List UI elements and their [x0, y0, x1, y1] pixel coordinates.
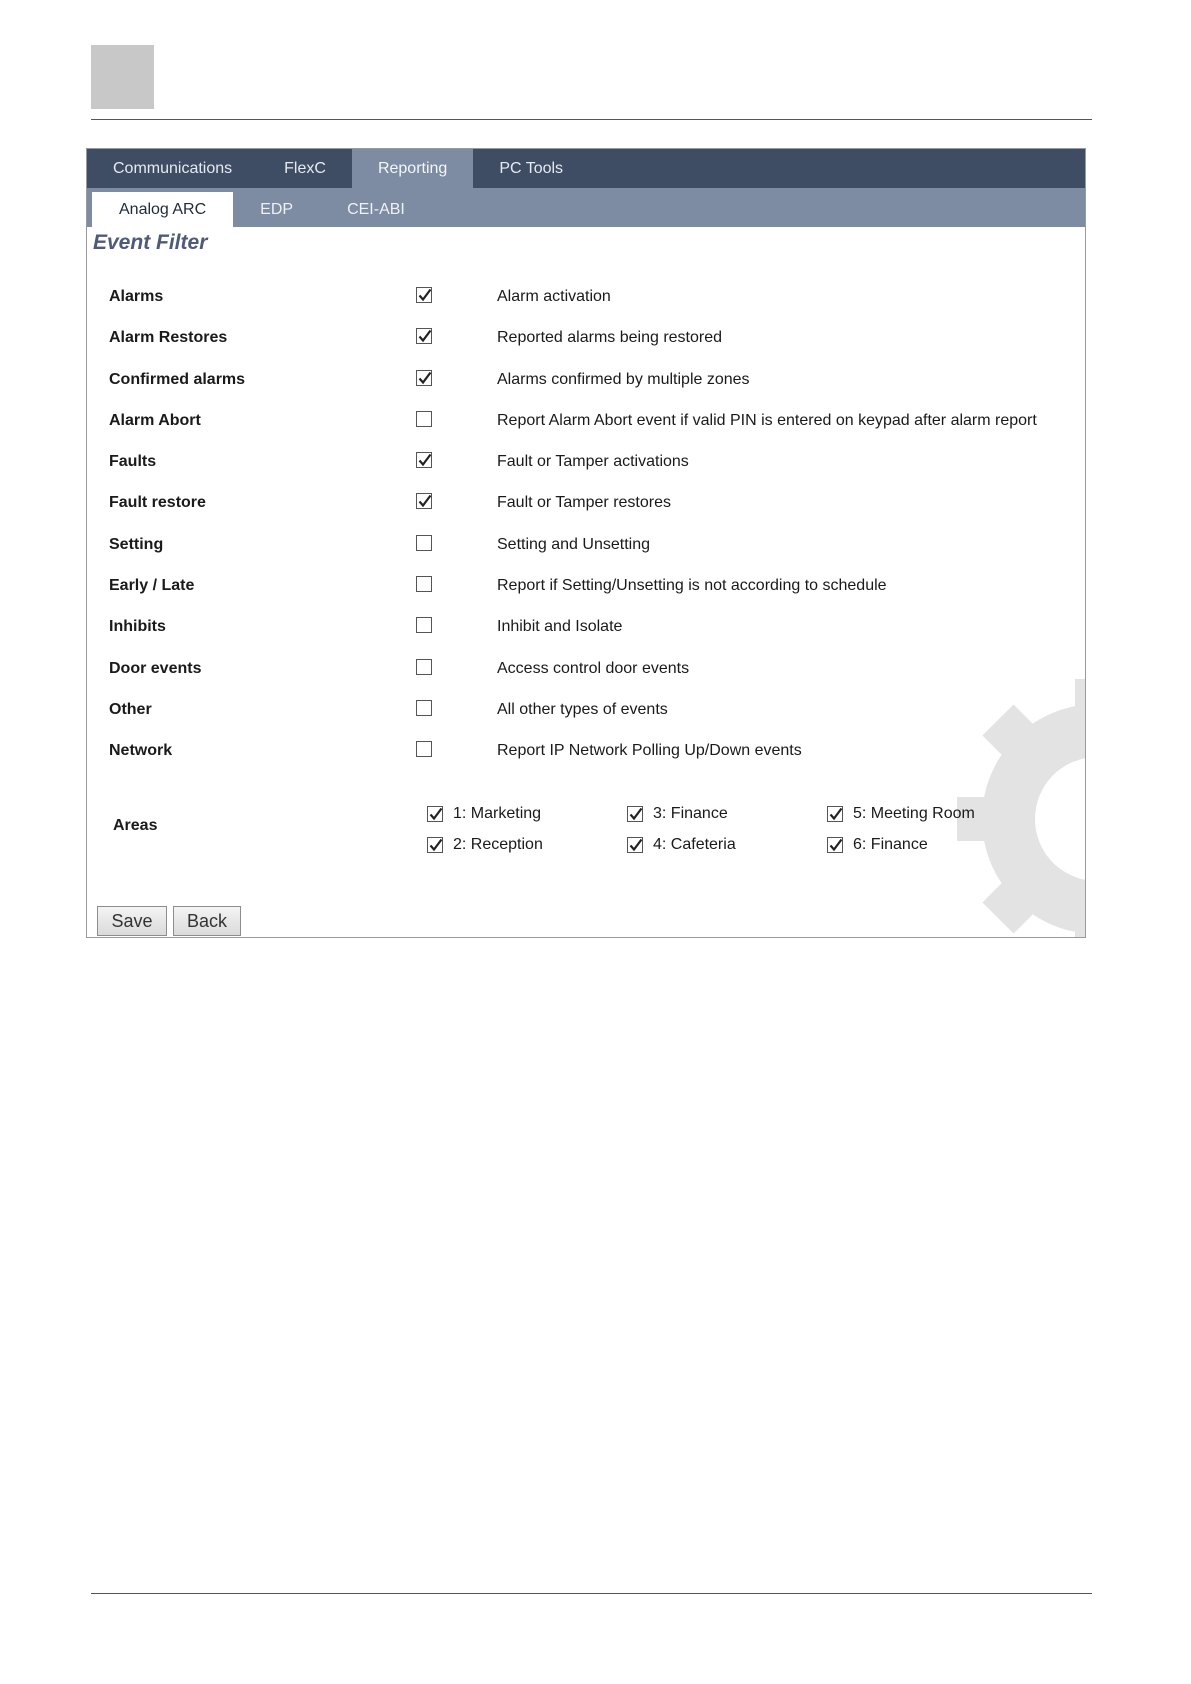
- filter-row: Other All other types of events: [87, 689, 1085, 730]
- filter-row: Inhibits Inhibit and Isolate: [87, 606, 1085, 647]
- filter-label: Other: [109, 700, 152, 718]
- filter-label: Alarm Abort: [109, 411, 201, 429]
- filter-description: Report Alarm Abort event if valid PIN is…: [497, 411, 1037, 429]
- filter-checkbox[interactable]: [416, 410, 432, 427]
- checkmark-icon: [829, 838, 843, 852]
- filter-description: Report if Setting/Unsetting is not accor…: [497, 577, 887, 595]
- filter-label: Network: [109, 742, 173, 760]
- areas-grid: 1: Marketing 2: Reception 3: Finance 4: Caf…: [427, 803, 1027, 873]
- main-tab-communications[interactable]: Communications: [87, 149, 258, 188]
- filter-row: Alarms Alarm activation: [87, 276, 1085, 317]
- save-button[interactable]: Save: [97, 906, 167, 936]
- filter-description: Fault or Tamper activations: [497, 453, 689, 471]
- filter-checkbox[interactable]: [416, 452, 432, 469]
- area-item[interactable]: 1: Marketing: [427, 803, 617, 825]
- back-button[interactable]: Back: [173, 906, 241, 936]
- header-gray-block: [91, 45, 154, 109]
- filter-label: Early / Late: [109, 577, 195, 595]
- filter-description: Inhibit and Isolate: [497, 618, 623, 636]
- area-checkbox[interactable]: [827, 806, 843, 822]
- checkmark-icon: [418, 495, 432, 508]
- filter-label: Faults: [109, 453, 157, 471]
- filter-description: Alarm activation: [497, 288, 611, 305]
- main-nav: Communications FlexC Reporting PC Tools: [87, 149, 1085, 188]
- area-item[interactable]: 6: Finance: [827, 834, 1017, 856]
- filter-checkbox[interactable]: [416, 741, 432, 758]
- sub-nav: Analog ARC EDP CEI-ABI: [87, 188, 1085, 227]
- filter-label: Fault restore: [109, 494, 206, 512]
- filter-description: All other types of events: [497, 700, 668, 718]
- area-label: 6: Finance: [853, 836, 928, 853]
- event-filter-panel: Communications FlexC Reporting PC Tools …: [86, 148, 1086, 938]
- filter-description: Access control door events: [497, 659, 690, 677]
- filter-checkbox[interactable]: [416, 328, 432, 345]
- checkmark-icon: [629, 807, 643, 821]
- filter-description: Reported alarms being restored: [497, 329, 723, 347]
- filter-checkbox[interactable]: [416, 369, 432, 386]
- filter-checkbox[interactable]: [416, 699, 432, 716]
- checkmark-icon: [429, 838, 443, 852]
- area-label: 5: Meeting Room: [853, 805, 975, 822]
- checkmark-icon: [429, 807, 443, 821]
- filter-description: Setting and Unsetting: [497, 535, 650, 553]
- filter-label: Setting: [109, 535, 164, 553]
- filter-row: Setting Setting and Unsetting: [87, 524, 1085, 565]
- filter-description: Alarms confirmed by multiple zones: [497, 370, 750, 388]
- filter-label: Inhibits: [109, 618, 166, 636]
- area-label: 3: Finance: [653, 805, 728, 822]
- filter-checkbox[interactable]: [416, 658, 432, 675]
- main-tab-pc-tools[interactable]: PC Tools: [473, 149, 589, 188]
- areas-label: Areas: [113, 817, 158, 834]
- area-label: 1: Marketing: [453, 805, 542, 822]
- area-checkbox[interactable]: [627, 806, 643, 822]
- area-item[interactable]: 5: Meeting Room: [827, 803, 1017, 825]
- filter-row: Alarm Abort Report Alarm Abort event if v…: [87, 400, 1085, 441]
- bottom-divider: [91, 1593, 1092, 1594]
- sub-tab-edp[interactable]: EDP: [233, 192, 320, 227]
- filter-row: Fault restore Fault or Tamper restores: [87, 482, 1085, 523]
- checkmark-icon: [418, 371, 432, 384]
- area-checkbox[interactable]: [827, 837, 843, 853]
- filter-description: Fault or Tamper restores: [497, 494, 671, 512]
- filter-description: Report IP Network Polling Up/Down events: [497, 742, 802, 760]
- area-item[interactable]: 4: Cafeteria: [627, 834, 817, 856]
- area-checkbox[interactable]: [427, 837, 443, 853]
- filter-row: Network Report IP Network Polling Up/Down…: [87, 730, 1085, 771]
- filter-label: Door events: [109, 659, 202, 677]
- checkmark-icon: [829, 807, 843, 821]
- checkmark-icon: [418, 454, 432, 467]
- main-tab-reporting[interactable]: Reporting: [351, 149, 474, 188]
- area-label: 4: Cafeteria: [653, 836, 736, 853]
- filter-checkbox[interactable]: [416, 287, 432, 303]
- filter-row: Faults Fault or Tamper activations: [87, 441, 1085, 482]
- area-item[interactable]: 3: Finance: [627, 803, 817, 825]
- filter-checkbox[interactable]: [416, 617, 432, 634]
- filter-row: Door events Access control door events: [87, 648, 1085, 689]
- filter-row: Confirmed alarms Alarms confirmed by mult…: [87, 359, 1085, 400]
- filter-checkbox[interactable]: [416, 534, 432, 551]
- filter-label: Alarms: [109, 288, 164, 305]
- checkmark-icon: [629, 838, 643, 852]
- sub-tab-analog-arc[interactable]: Analog ARC: [92, 192, 234, 227]
- area-label: 2: Reception: [453, 836, 543, 853]
- filter-checkbox[interactable]: [416, 576, 432, 593]
- filter-rows: Alarms Alarm activation Alarm Restores Repo…: [87, 276, 1085, 772]
- area-checkbox[interactable]: [427, 806, 443, 822]
- filter-label: Alarm Restores: [109, 329, 228, 347]
- main-tab-flexc[interactable]: FlexC: [258, 149, 352, 188]
- filter-row: Alarm Restores Reported alarms being rest…: [87, 317, 1085, 358]
- filter-row: Early / Late Report if Setting/Unsetting …: [87, 565, 1085, 606]
- section-title: Event Filter: [93, 231, 208, 254]
- filter-label: Confirmed alarms: [109, 370, 246, 388]
- checkmark-icon: [418, 330, 432, 343]
- filter-checkbox[interactable]: [416, 493, 432, 510]
- top-divider: [91, 119, 1092, 120]
- area-item[interactable]: 2: Reception: [427, 834, 617, 856]
- checkmark-icon: [418, 288, 432, 302]
- sub-tab-cei-abi[interactable]: CEI-ABI: [320, 192, 432, 227]
- area-checkbox[interactable]: [627, 837, 643, 853]
